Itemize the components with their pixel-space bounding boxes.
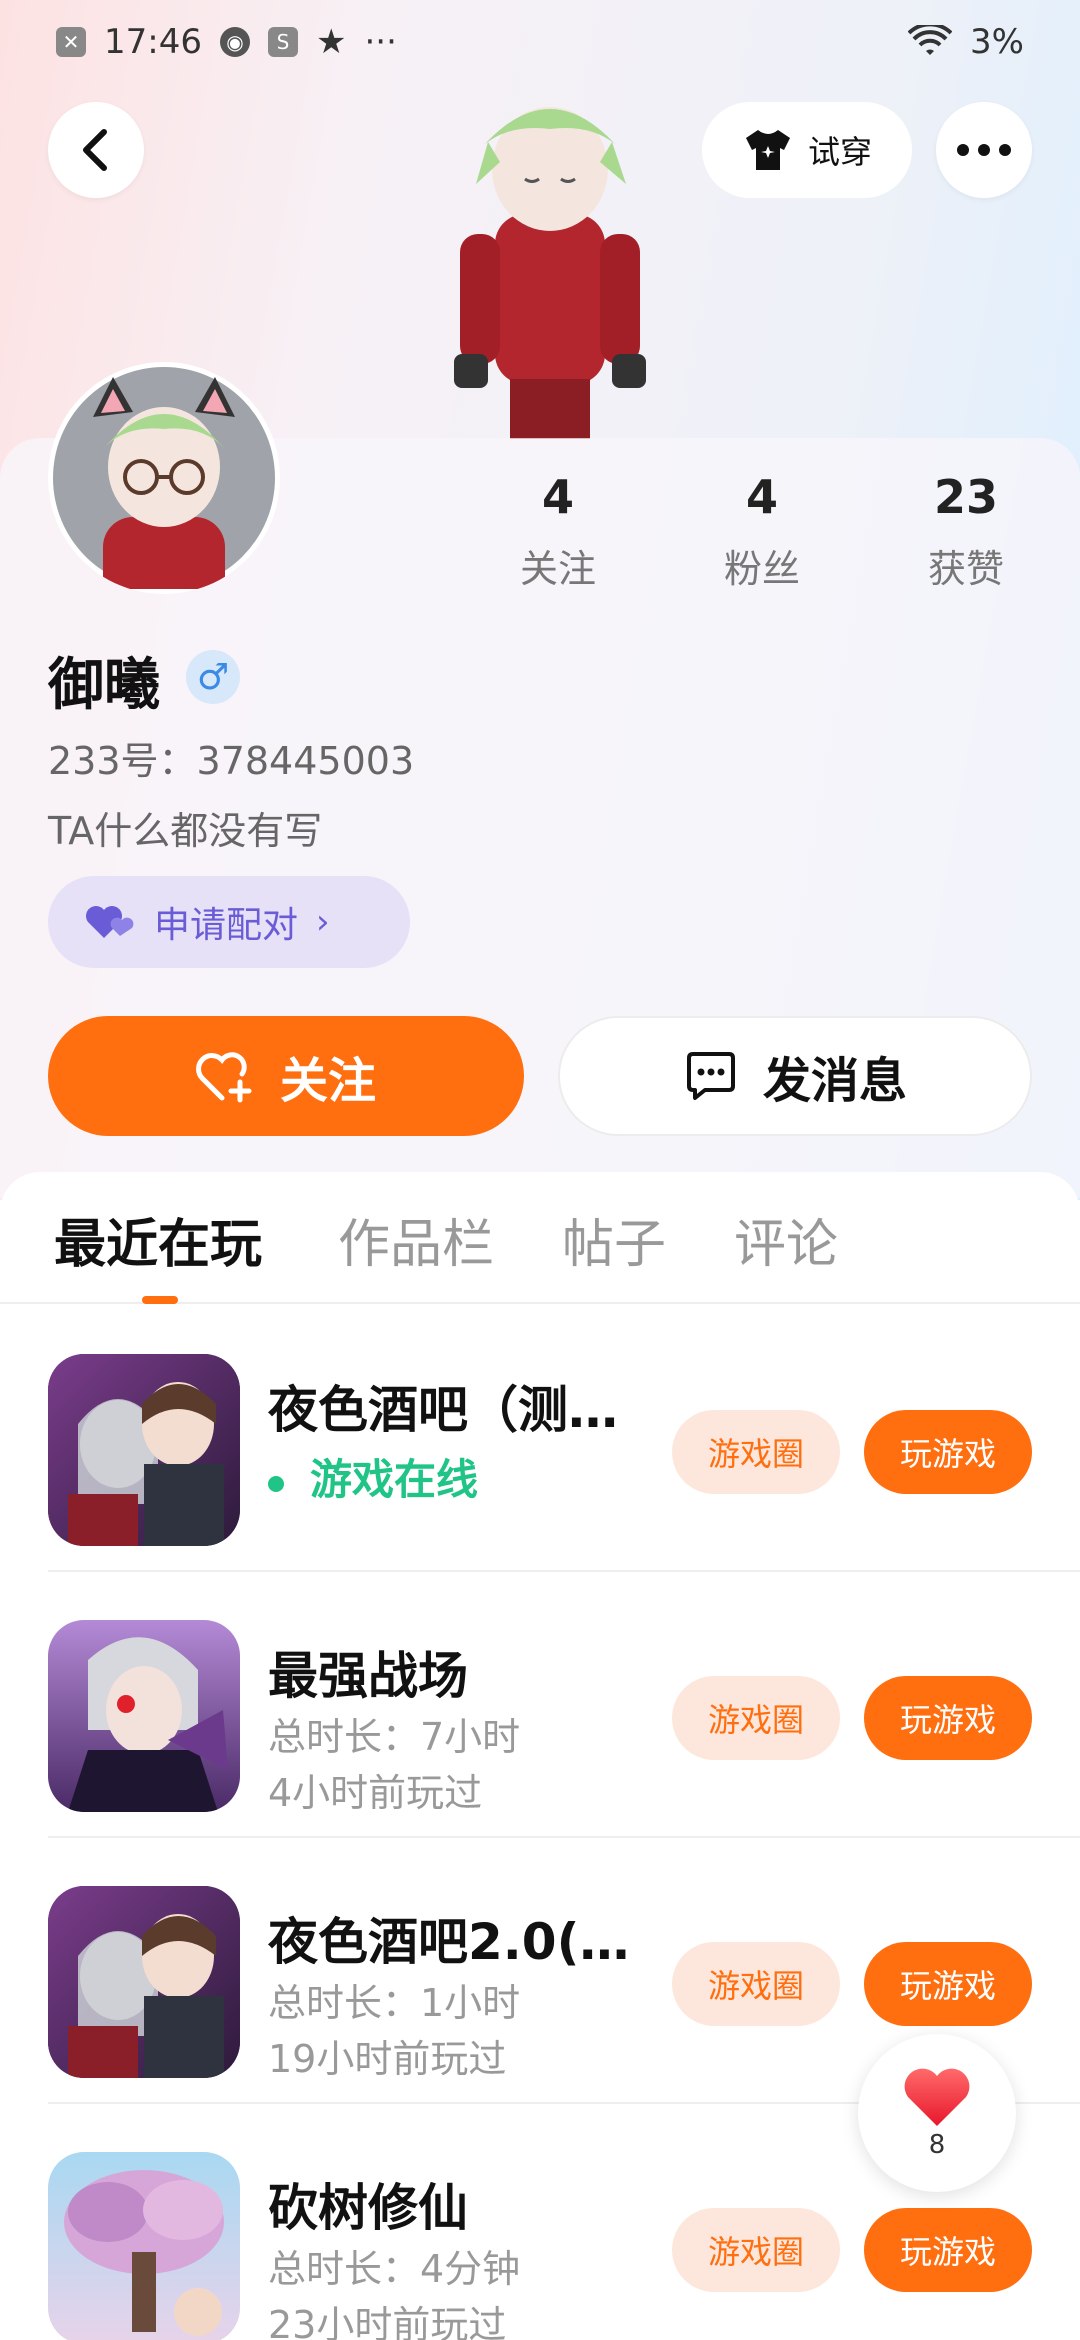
- stat-followers[interactable]: 4 粉丝: [682, 470, 842, 593]
- s-app-icon: S: [267, 27, 298, 57]
- avatar-image: [53, 367, 275, 594]
- tab-comments[interactable]: 评论: [734, 1202, 838, 1277]
- follow-label: 关注: [279, 1053, 376, 1109]
- play-game-button[interactable]: 玩游戏: [864, 1410, 1032, 1494]
- tab-active-indicator: [142, 1296, 178, 1304]
- stat-following-value: 4: [541, 470, 574, 524]
- more-dots-icon: [957, 144, 1011, 156]
- try-on-label: 试穿: [807, 133, 872, 171]
- game-last-played: 4小时前玩过: [268, 1771, 483, 1815]
- game-row[interactable]: 最强战场 总时长：7小时 4小时前玩过 游戏圈 玩游戏: [48, 1572, 1080, 1838]
- game-title: 夜色酒吧（测…: [268, 1381, 618, 1439]
- chevron-right-icon: ›: [316, 902, 330, 942]
- online-dot-icon: [268, 1475, 284, 1492]
- game-last-played: 19小时前玩过: [268, 2037, 507, 2081]
- tab-posts[interactable]: 帖子: [562, 1202, 666, 1277]
- stat-followers-value: 4: [745, 470, 778, 524]
- status-right: 3%: [908, 22, 1024, 62]
- user-bio: TA什么都没有写: [48, 809, 323, 853]
- wifi-icon: [908, 25, 953, 55]
- chevron-left-icon: [83, 129, 107, 171]
- game-icon-night-bar-2: [48, 1886, 240, 2078]
- status-bar: ✕ 17:46 ◉ S ★ ··· 3%: [0, 0, 1080, 84]
- hero-avatar-image: [454, 107, 646, 439]
- like-button[interactable]: 8: [858, 2034, 1016, 2192]
- like-count: 8: [928, 2130, 946, 2160]
- stat-likes-label: 获赞: [927, 547, 1004, 591]
- play-game-button[interactable]: 玩游戏: [864, 2208, 1032, 2292]
- add-heart-icon: [196, 1052, 252, 1103]
- stat-likes[interactable]: 23 获赞: [886, 470, 1046, 593]
- game-playtime: 总时长：7小时: [268, 1715, 521, 1759]
- game-circle-button[interactable]: 游戏圈: [672, 1942, 840, 2026]
- tab-works[interactable]: 作品栏: [338, 1202, 494, 1277]
- game-playtime: 总时长：4分钟: [268, 2247, 521, 2291]
- try-on-button[interactable]: 试穿: [702, 102, 912, 198]
- request-pair-label: 申请配对: [154, 905, 299, 946]
- battery-percent: 3%: [970, 22, 1024, 62]
- more-notifications-icon: ···: [364, 22, 397, 62]
- game-playtime: 总时长：1小时: [268, 1981, 521, 2025]
- status-time: 17:46: [104, 22, 202, 62]
- send-message-button[interactable]: 发消息: [558, 1016, 1032, 1136]
- pair-hearts-icon: [86, 906, 134, 938]
- stat-following-label: 关注: [519, 547, 596, 591]
- back-button[interactable]: [48, 102, 144, 198]
- play-game-button[interactable]: 玩游戏: [864, 1676, 1032, 1760]
- shirt-icon: [745, 130, 790, 170]
- game-icon-night-bar: [48, 1354, 240, 1546]
- voice-icon: ◉: [219, 27, 250, 57]
- more-button[interactable]: [936, 102, 1032, 198]
- game-title: 砍树修仙: [268, 2179, 468, 2237]
- play-game-button[interactable]: 玩游戏: [864, 1942, 1032, 2026]
- game-icon-strongest-battlefield: [48, 1620, 240, 1812]
- male-gender-icon: ♂: [186, 650, 240, 704]
- stat-followers-label: 粉丝: [723, 547, 800, 591]
- notification-close-icon: ✕: [56, 27, 86, 57]
- game-icon-tree-cutting-immortal: [48, 2152, 240, 2340]
- game-row[interactable]: 夜色酒吧（测… 游戏在线 游戏圈 玩游戏: [48, 1306, 1080, 1572]
- tab-recently-played[interactable]: 最近在玩: [54, 1202, 262, 1277]
- request-pair-button[interactable]: 申请配对 ›: [48, 876, 410, 968]
- username: 御曦: [48, 653, 160, 718]
- game-title: 夜色酒吧2.0(…: [268, 1913, 630, 1971]
- user-id: 233号：378445003: [48, 739, 415, 783]
- stat-likes-value: 23: [933, 470, 998, 524]
- status-left: ✕ 17:46 ◉ S ★ ···: [56, 22, 397, 62]
- game-circle-button[interactable]: 游戏圈: [672, 1410, 840, 1494]
- profile-tabs: 最近在玩 作品栏 帖子 评论: [0, 1172, 1080, 1304]
- star-icon: ★: [315, 22, 347, 62]
- follow-button[interactable]: 关注: [48, 1016, 524, 1136]
- chat-bubble-icon: [686, 1052, 735, 1100]
- game-title: 最强战场: [268, 1647, 468, 1705]
- heart-icon: [904, 2068, 970, 2126]
- avatar[interactable]: [48, 362, 280, 594]
- game-status: 游戏在线: [268, 1446, 478, 1507]
- game-last-played: 23小时前玩过: [268, 2303, 507, 2340]
- send-message-label: 发消息: [762, 1053, 907, 1109]
- game-online-text: 游戏在线: [310, 1455, 479, 1504]
- game-circle-button[interactable]: 游戏圈: [672, 2208, 840, 2292]
- game-circle-button[interactable]: 游戏圈: [672, 1676, 840, 1760]
- stat-following[interactable]: 4 关注: [478, 470, 638, 593]
